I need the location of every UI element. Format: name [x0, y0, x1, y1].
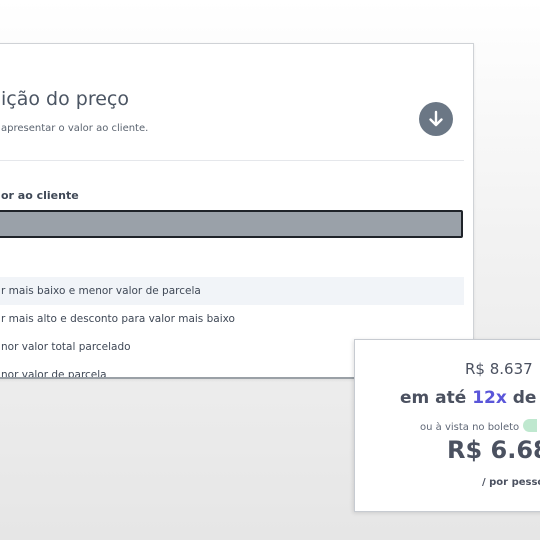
price-preview-card: R$ 8.637 em até 12x de ou à vista no bol…: [354, 339, 540, 512]
divider: [0, 160, 464, 161]
arrow-down-icon: [429, 110, 443, 127]
installment-line: em até 12x de: [400, 388, 536, 408]
panel-title: ição do preço: [1, 88, 129, 110]
field-label: or ao cliente: [1, 189, 79, 202]
cash-payment-line: ou à vista no boleto: [420, 419, 538, 433]
installment-suffix: de: [512, 388, 537, 408]
option-lowest-price[interactable]: r mais baixo e menor valor de parcela: [0, 277, 464, 305]
cash-text: ou à vista no boleto: [420, 422, 520, 433]
price-mode-select[interactable]: [0, 210, 463, 238]
cash-price: R$ 6.684: [447, 436, 540, 464]
download-button[interactable]: [419, 102, 453, 136]
installment-prefix: em até: [400, 388, 467, 408]
panel-subtitle: apresentar o valor ao cliente.: [1, 123, 149, 134]
option-highest-price[interactable]: r mais alto e desconto para valor mais b…: [0, 305, 464, 333]
price-value: R$ 8.637: [465, 360, 533, 378]
installment-count: 12x: [472, 388, 507, 408]
per-person-label: / por pesso: [482, 477, 540, 488]
price-display-panel: ição do preço apresentar o valor ao clie…: [0, 43, 474, 379]
discount-badge: [523, 419, 538, 432]
